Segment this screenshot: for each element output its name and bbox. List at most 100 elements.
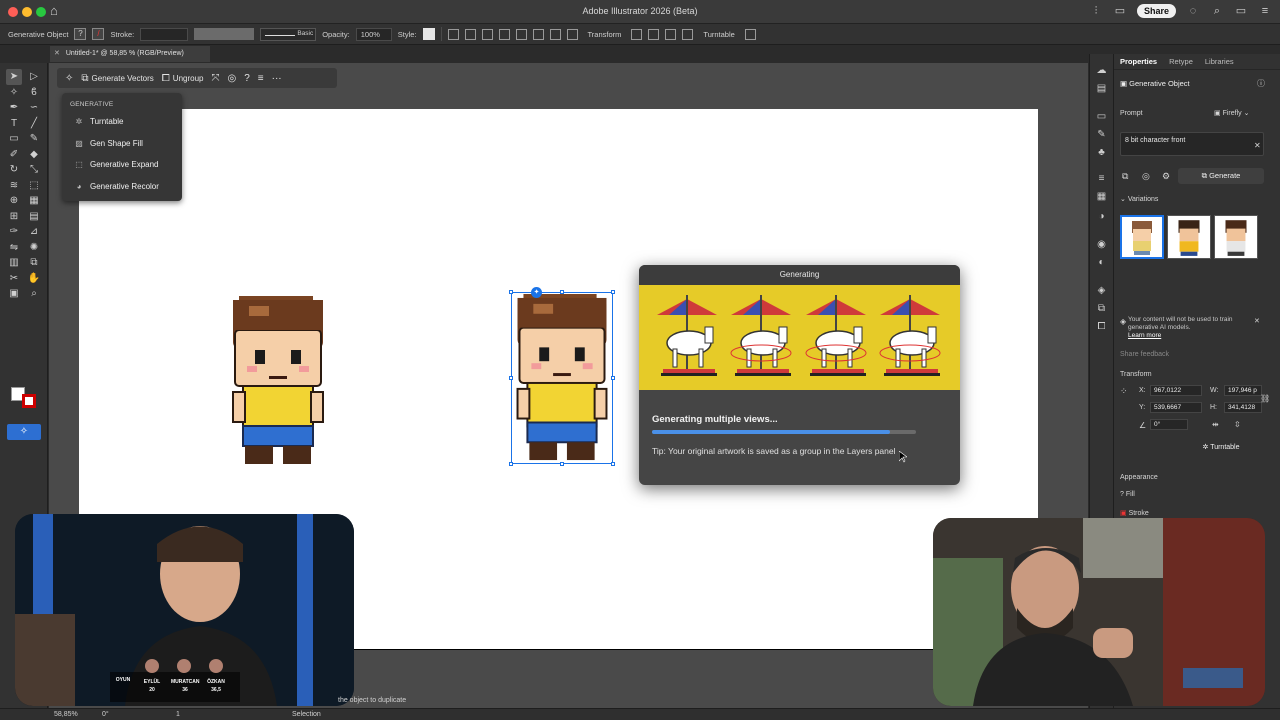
reference-point-icon[interactable]: ⁘ bbox=[1120, 386, 1128, 397]
fill-row[interactable]: ? Fill bbox=[1120, 491, 1135, 498]
variation-thumbnail-3[interactable] bbox=[1214, 215, 1258, 259]
tune-icon[interactable]: ⫶ bbox=[1089, 4, 1103, 18]
shaper-tool-icon[interactable]: ✐ bbox=[6, 147, 22, 163]
info-icon[interactable]: ⓘ bbox=[1257, 78, 1265, 89]
symbols-icon[interactable]: ♣ bbox=[1095, 146, 1108, 159]
blend-tool-icon[interactable]: ⇋ bbox=[6, 240, 22, 256]
fill-swatch[interactable]: ? bbox=[74, 28, 87, 40]
graphic-style-swatch[interactable] bbox=[422, 28, 435, 40]
generative-object-badge-icon[interactable]: ✦ bbox=[531, 287, 542, 298]
tab-retype[interactable]: Retype bbox=[1169, 57, 1193, 66]
fill-stroke-widget[interactable] bbox=[9, 385, 41, 411]
selection-bounding-box[interactable] bbox=[509, 290, 615, 466]
brush-definition[interactable]: Basic bbox=[260, 27, 317, 41]
flip-horizontal-icon[interactable]: ⇹ bbox=[1212, 420, 1219, 429]
dismiss-notice-icon[interactable]: ✕ bbox=[1254, 317, 1260, 325]
resize-handle[interactable] bbox=[611, 462, 615, 466]
transform-button[interactable]: Transform bbox=[584, 29, 626, 40]
resize-handle[interactable] bbox=[611, 376, 615, 380]
variation-thumbnail-2[interactable] bbox=[1167, 215, 1211, 259]
swatches-icon[interactable]: ◑ bbox=[1095, 210, 1108, 223]
shape-builder-icon[interactable]: ⊕ bbox=[6, 193, 22, 209]
share-button[interactable]: Share bbox=[1136, 4, 1176, 18]
artboard-number[interactable]: 1 bbox=[176, 711, 180, 718]
menu-item-turntable[interactable]: ✲ Turntable bbox=[74, 117, 124, 126]
artboards-icon[interactable]: ⧠ bbox=[1095, 320, 1108, 333]
export-icon[interactable] bbox=[682, 28, 694, 40]
rotate-tool-icon[interactable]: ↻ bbox=[6, 162, 22, 178]
options-icon[interactable]: ≡ bbox=[258, 73, 264, 84]
workspace-icon[interactable]: ▭ bbox=[1234, 4, 1248, 18]
more-icon[interactable]: ··· bbox=[272, 73, 282, 84]
comments-icon[interactable]: ▭ bbox=[1113, 4, 1127, 18]
isolate-icon[interactable] bbox=[631, 28, 643, 40]
document-icon[interactable]: ▤ bbox=[1095, 82, 1108, 95]
settings-gear-icon[interactable]: ⚙ bbox=[1162, 171, 1170, 182]
free-transform-icon[interactable]: ⬚ bbox=[26, 178, 42, 194]
width-tool-icon[interactable]: ≋ bbox=[6, 178, 22, 194]
column-graph-icon[interactable]: ▥ bbox=[6, 255, 22, 271]
pen-tool-icon[interactable]: ✒ bbox=[6, 100, 22, 116]
align-right-icon[interactable] bbox=[515, 28, 527, 40]
turntable-button[interactable]: ✲ Turntable bbox=[1178, 442, 1264, 454]
magic-wand-icon[interactable]: ✧ bbox=[6, 85, 22, 101]
ungroup-button[interactable]: ⧠ Ungroup bbox=[162, 73, 204, 84]
variable-width-profile[interactable] bbox=[194, 28, 255, 40]
document-tab[interactable]: ✕ Untitled-1* @ 58,85 % (RGB/Preview) bbox=[50, 46, 210, 62]
direct-selection-tool-icon[interactable]: ▷ bbox=[26, 69, 42, 85]
align-bottom-icon[interactable] bbox=[566, 28, 578, 40]
opacity-field[interactable]: 100% bbox=[355, 27, 392, 41]
generative-tool-icon[interactable]: ✧ bbox=[7, 424, 41, 440]
rectangle-tool-icon[interactable]: ▭ bbox=[6, 131, 22, 147]
height-field[interactable]: 341,4128 bbox=[1224, 402, 1262, 413]
panel-menu-icon[interactable]: ≡ bbox=[1258, 4, 1272, 18]
perspective-grid-icon[interactable]: ▦ bbox=[26, 193, 42, 209]
align-left-icon[interactable] bbox=[481, 28, 493, 40]
stroke-row[interactable]: ▣ Stroke bbox=[1120, 509, 1149, 517]
brushes-icon[interactable]: ✎ bbox=[1095, 128, 1108, 141]
rotation-angle[interactable]: 0° bbox=[102, 711, 109, 718]
stroke-weight-field[interactable] bbox=[140, 27, 189, 41]
symbol-sprayer-icon[interactable]: ✺ bbox=[26, 240, 42, 256]
paintbrush-icon[interactable]: ✎ bbox=[26, 131, 42, 147]
line-tool-icon[interactable]: ╱ bbox=[26, 116, 42, 132]
resize-handle[interactable] bbox=[509, 462, 513, 466]
x-position-field[interactable]: 967,0122 bbox=[1150, 385, 1202, 396]
lasso-icon[interactable]: ϐ bbox=[26, 85, 42, 101]
tab-properties[interactable]: Properties bbox=[1120, 57, 1157, 66]
tab-libraries[interactable]: Libraries bbox=[1205, 57, 1234, 66]
flip-vertical-icon[interactable]: ⇳ bbox=[1234, 420, 1241, 429]
clear-prompt-icon[interactable]: ✕ bbox=[1254, 141, 1261, 150]
distribute-icon[interactable] bbox=[648, 28, 660, 40]
variation-thumbnail-1[interactable] bbox=[1120, 215, 1164, 259]
bulb-icon[interactable]: ◌ bbox=[1186, 4, 1200, 18]
menu-item-gen-shape-fill[interactable]: ▨ Gen Shape Fill bbox=[74, 139, 143, 148]
recolor-icon[interactable] bbox=[447, 28, 459, 40]
generative-menu-icon[interactable]: ✧ bbox=[65, 73, 73, 84]
width-field[interactable]: 197,946 p bbox=[1224, 385, 1262, 396]
generate-vectors-button[interactable]: ⧉ Generate Vectors bbox=[81, 73, 153, 84]
artboard-tool-icon[interactable]: ⧉ bbox=[26, 255, 42, 271]
constrain-proportions-icon[interactable]: ⛓ bbox=[1260, 394, 1270, 403]
model-picker[interactable]: ▣ Firefly ⌄ bbox=[1214, 109, 1249, 117]
resize-handle[interactable] bbox=[509, 376, 513, 380]
share-feedback-link[interactable]: Share feedback bbox=[1120, 351, 1169, 358]
search-icon[interactable]: ⌕ bbox=[1210, 4, 1224, 18]
gradient-rail-icon[interactable]: ▦ bbox=[1095, 190, 1108, 203]
more-options-icon[interactable] bbox=[744, 28, 756, 40]
eraser-icon[interactable]: ◆ bbox=[26, 147, 42, 163]
appearance-rail-icon[interactable]: ◐ bbox=[1095, 256, 1108, 269]
y-position-field[interactable]: 539,6667 bbox=[1150, 402, 1202, 413]
turntable-control-button[interactable]: Turntable bbox=[699, 29, 738, 40]
color-icon[interactable]: ◉ bbox=[1095, 238, 1108, 251]
pathfinder-icon[interactable] bbox=[665, 28, 677, 40]
align-rail-icon[interactable]: ≡ bbox=[1095, 172, 1108, 185]
slice-tool-icon[interactable]: ✂ bbox=[6, 271, 22, 287]
zoom-level[interactable]: 58,85% bbox=[54, 711, 78, 718]
generate-button[interactable]: ⧉ Generate bbox=[1178, 168, 1264, 184]
crop-icon[interactable]: ⤧ bbox=[211, 73, 219, 84]
help-icon[interactable]: ? bbox=[244, 73, 250, 84]
learn-more-link[interactable]: Learn more bbox=[1128, 332, 1161, 339]
align-middle-icon[interactable] bbox=[549, 28, 561, 40]
hand-tool-icon[interactable]: ✋ bbox=[26, 271, 42, 287]
